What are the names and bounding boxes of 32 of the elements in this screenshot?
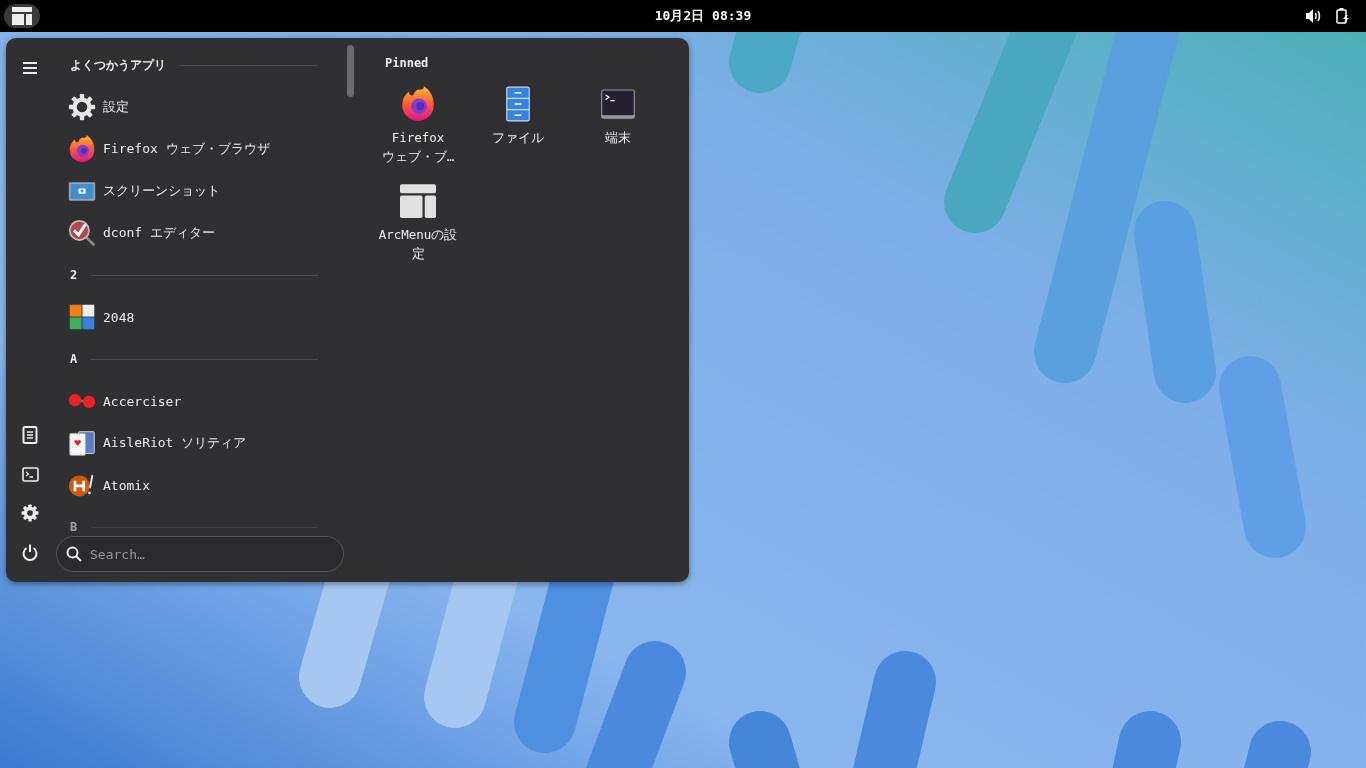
volume-icon[interactable] [1306,9,1322,23]
playing-cards-icon [68,429,96,457]
layout-panels-icon [400,182,436,219]
scrollbar[interactable] [347,45,354,97]
app-list-item[interactable]: Accerciser [66,380,318,422]
pinned-app[interactable]: ArcMenuの設定 [368,182,468,264]
app-list-item[interactable]: スクリーンショット [66,170,318,212]
section-header: Pinned [385,56,430,70]
terminal-icon [600,86,636,122]
app-list-item[interactable]: Atomix [66,464,318,506]
search-icon [66,546,82,562]
clock[interactable]: 10月2日 08:39 [654,7,752,25]
app-list-item[interactable]: AisleRiot ソリティア [66,422,318,464]
section-header: B [70,520,78,534]
section-header: A [70,352,78,366]
pinned-app[interactable]: Firefox ウェブ・ブ… [368,86,468,167]
battery-icon[interactable] [1336,8,1350,24]
gear-icon [68,93,96,121]
pinned-app[interactable]: ファイル [468,86,568,167]
app-list-item[interactable]: Firefox ウェブ・ブラウザ [66,128,318,170]
firefox-icon [68,135,96,163]
app-list-item[interactable]: 設定 [66,86,318,128]
search-field[interactable]: Search… [56,536,344,572]
menu-button[interactable] [4,4,40,28]
checkmark-magnifier-icon [68,219,96,247]
section-header: 2 [70,268,78,282]
app-list-item[interactable]: 2048 [66,296,318,338]
number-tiles-icon [68,303,96,331]
app-list-item[interactable]: dconf エディター [66,212,318,254]
pinned-app[interactable]: 端末 [568,86,668,167]
firefox-icon [400,86,436,122]
section-header: よくつかうアプリ [70,56,166,74]
